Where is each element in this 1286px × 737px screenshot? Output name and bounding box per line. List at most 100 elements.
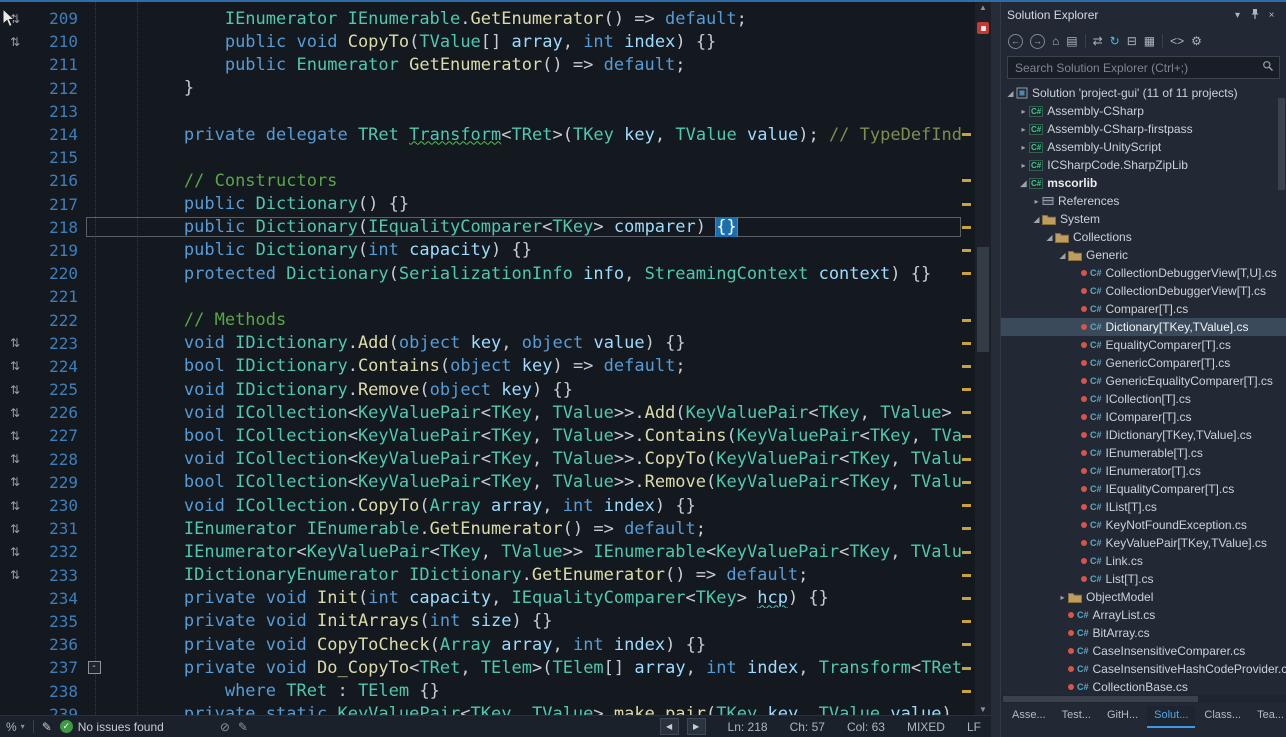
tree-item[interactable]: ▸C#Assembly-CSharp <box>1001 102 1286 120</box>
implements-icon[interactable]: ⇅ <box>0 452 30 466</box>
line-number[interactable]: 214 <box>30 125 86 144</box>
line-number[interactable]: 231 <box>30 519 86 538</box>
tree-item[interactable]: C#KeyNotFoundException.cs <box>1001 516 1286 534</box>
scroll-left-button[interactable]: ◀ <box>660 718 679 735</box>
implements-icon[interactable]: ⇅ <box>0 522 30 536</box>
tree-item[interactable]: C#ICollection[T].cs <box>1001 390 1286 408</box>
code-line[interactable]: ⇅210 public void CopyTo(TValue[] array, … <box>0 30 991 53</box>
expander-open-icon[interactable]: ◢ <box>1005 89 1016 98</box>
view-switcher-icon[interactable]: ▤ <box>1066 34 1077 48</box>
tree-item[interactable]: ▸ObjectModel <box>1001 588 1286 606</box>
tree-item[interactable]: C#GenericEqualityComparer[T].cs <box>1001 372 1286 390</box>
code-line[interactable]: 218 public Dictionary(IEqualityComparer<… <box>0 216 991 239</box>
fold-minus-icon[interactable]: - <box>88 661 101 674</box>
encoding-indicator[interactable]: MIXED <box>907 720 945 734</box>
nav-forward-icon[interactable]: → <box>1030 34 1045 49</box>
implements-icon[interactable]: ⇅ <box>0 406 30 420</box>
annotate-icon[interactable]: ✎ <box>238 720 248 734</box>
tree-item[interactable]: C#CollectionDebuggerView[T].cs <box>1001 282 1286 300</box>
tree-item[interactable]: C#CaseInsensitiveHashCodeProvider.cs <box>1001 660 1286 678</box>
expander-closed-icon[interactable]: ▸ <box>1018 107 1029 116</box>
properties-icon[interactable]: ⚙ <box>1191 34 1202 48</box>
scrollbar-thumb[interactable] <box>977 247 989 352</box>
expander-open-icon[interactable]: ◢ <box>1031 215 1042 224</box>
line-number[interactable]: 229 <box>30 473 86 492</box>
tree-item[interactable]: C#IComparer[T].cs <box>1001 408 1286 426</box>
tree-item[interactable]: C#Link.cs <box>1001 552 1286 570</box>
tree-item[interactable]: C#Comparer[T].cs <box>1001 300 1286 318</box>
tree-item[interactable]: C#CaseInsensitiveComparer.cs <box>1001 642 1286 660</box>
code-line[interactable]: 221 <box>0 285 991 308</box>
expander-open-icon[interactable]: ◢ <box>1044 233 1055 242</box>
code-line[interactable]: 239 private static KeyValuePair<TKey, TV… <box>0 703 991 715</box>
line-number[interactable]: 226 <box>30 403 86 422</box>
expander-closed-icon[interactable]: ▸ <box>1018 143 1029 152</box>
line-number[interactable]: 221 <box>30 287 86 306</box>
line-number[interactable]: 217 <box>30 195 86 214</box>
code-line[interactable]: 214 private delegate TRet Transform<TRet… <box>0 123 991 146</box>
tree-item[interactable]: C#IEqualityComparer[T].cs <box>1001 480 1286 498</box>
line-number[interactable]: 211 <box>30 55 86 74</box>
code-line[interactable]: 219 public Dictionary(int capacity) {} <box>0 239 991 262</box>
line-number[interactable]: 225 <box>30 380 86 399</box>
tree-item[interactable]: ▸C#Assembly-UnityScript <box>1001 138 1286 156</box>
tree-item[interactable]: C#KeyValuePair[TKey,TValue].cs <box>1001 534 1286 552</box>
code-line[interactable]: ⇅228 void ICollection<KeyValuePair<TKey,… <box>0 448 991 471</box>
code-line[interactable]: 238 where TRet : TElem {} <box>0 679 991 702</box>
line-number[interactable]: 224 <box>30 357 86 376</box>
zoom-dropdown-icon[interactable]: ▾ <box>21 722 25 731</box>
tool-tab[interactable]: Asse... <box>1005 706 1053 726</box>
implements-icon[interactable]: ⇅ <box>0 383 30 397</box>
implements-icon[interactable]: ⇅ <box>0 499 30 513</box>
tree-horizontal-scrollbar[interactable] <box>1001 695 1286 703</box>
code-line[interactable]: ⇅223 void IDictionary.Add(object key, ob… <box>0 332 991 355</box>
tree-item[interactable]: C#GenericComparer[T].cs <box>1001 354 1286 372</box>
code-line[interactable]: 213 <box>0 100 991 123</box>
tree-item[interactable]: ◢C#mscorlib <box>1001 174 1286 192</box>
scroll-down-icon[interactable]: ▼ <box>975 705 991 714</box>
implements-icon[interactable]: ⇅ <box>0 336 30 350</box>
code-line[interactable]: ⇅231 IEnumerator IEnumerable.GetEnumerat… <box>0 517 991 540</box>
line-number[interactable]: 227 <box>30 426 86 445</box>
tree-item[interactable]: C#IEnumerable[T].cs <box>1001 444 1286 462</box>
expander-closed-icon[interactable]: ▸ <box>1057 593 1068 602</box>
code-line[interactable]: 217 public Dictionary() {} <box>0 193 991 216</box>
tree-item[interactable]: C#IList[T].cs <box>1001 498 1286 516</box>
line-number[interactable]: 219 <box>30 241 86 260</box>
code-line[interactable]: 234 private void Init(int capacity, IEqu… <box>0 587 991 610</box>
line-number[interactable]: 209 <box>30 9 86 28</box>
code-line[interactable]: 216 // Constructors <box>0 169 991 192</box>
implements-icon[interactable]: ⇅ <box>0 429 30 443</box>
code-line[interactable]: 237- private void Do_CopyTo<TRet, TElem>… <box>0 656 991 679</box>
code-line[interactable]: 235 private void InitArrays(int size) {} <box>0 610 991 633</box>
expander-open-icon[interactable]: ◢ <box>1018 179 1029 188</box>
close-icon[interactable]: × <box>1263 10 1280 21</box>
search-input[interactable] <box>1013 60 1262 76</box>
expander-closed-icon[interactable]: ▸ <box>1031 197 1042 206</box>
code-line[interactable]: ⇅225 void IDictionary.Remove(object key)… <box>0 378 991 401</box>
editor-vertical-scrollbar[interactable]: ▲ ▼ <box>975 2 991 715</box>
line-number[interactable]: 233 <box>30 566 86 585</box>
tree-item[interactable]: C#EqualityComparer[T].cs <box>1001 336 1286 354</box>
code-line[interactable]: 211 public Enumerator GetEnumerator() =>… <box>0 53 991 76</box>
tree-item[interactable]: ▸C#Assembly-CSharp-firstpass <box>1001 120 1286 138</box>
code-line[interactable]: 220 protected Dictionary(SerializationIn… <box>0 262 991 285</box>
line-number[interactable]: 235 <box>30 612 86 631</box>
show-all-files-icon[interactable]: ▦ <box>1144 34 1155 48</box>
code-line[interactable]: ⇅232 IEnumerator<KeyValuePair<TKey, TVal… <box>0 540 991 563</box>
tree-item[interactable]: ▸C#ICSharpCode.SharpZipLib <box>1001 156 1286 174</box>
column-indicator[interactable]: Col: 63 <box>847 720 885 734</box>
issues-status[interactable]: ✓ No issues found <box>60 720 164 734</box>
line-number[interactable]: 212 <box>30 79 86 98</box>
pin-icon[interactable] <box>1246 8 1263 23</box>
code-line[interactable]: ⇅227 bool ICollection<KeyValuePair<TKey,… <box>0 424 991 447</box>
code-line[interactable]: ⇅226 void ICollection<KeyValuePair<TKey,… <box>0 401 991 424</box>
refresh-icon[interactable]: ↻ <box>1110 34 1120 48</box>
tree-item[interactable]: C#ArrayList.cs <box>1001 606 1286 624</box>
document-health-error-badge[interactable] <box>977 22 989 34</box>
code-editor[interactable]: ⇅209 IEnumerator IEnumerable.GetEnumerat… <box>0 2 991 715</box>
tree-hscroll-thumb[interactable] <box>1003 696 1198 702</box>
tree-item[interactable]: C#IDictionary[TKey,TValue].cs <box>1001 426 1286 444</box>
expander-closed-icon[interactable]: ▸ <box>1018 125 1029 134</box>
tree-item[interactable]: C#Dictionary[TKey,TValue].cs <box>1001 318 1286 336</box>
